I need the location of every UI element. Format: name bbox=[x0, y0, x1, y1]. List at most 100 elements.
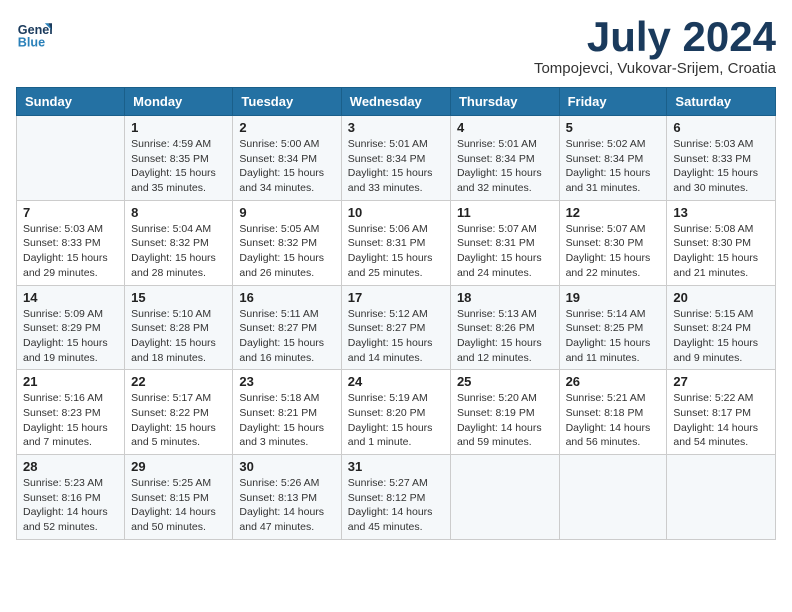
day-info: Sunrise: 5:06 AM Sunset: 8:31 PM Dayligh… bbox=[348, 222, 444, 281]
calendar-cell: 25 Sunrise: 5:20 AM Sunset: 8:19 PM Dayli… bbox=[450, 370, 559, 455]
calendar-cell: 30Sunrise: 5:26 AM Sunset: 8:13 PM Dayli… bbox=[233, 455, 341, 540]
day-number: 25 bbox=[457, 374, 553, 389]
calendar-cell bbox=[17, 116, 125, 201]
day-info: Sunrise: 5:15 AM Sunset: 8:24 PM Dayligh… bbox=[673, 307, 769, 366]
day-number: 24 bbox=[348, 374, 444, 389]
day-info: Sunrise: 5:05 AM Sunset: 8:32 PM Dayligh… bbox=[239, 222, 334, 281]
calendar-cell: 10 Sunrise: 5:06 AM Sunset: 8:31 PM Dayli… bbox=[341, 200, 450, 285]
weekday-header: Wednesday bbox=[341, 88, 450, 116]
calendar-cell bbox=[667, 455, 776, 540]
day-number: 11 bbox=[457, 205, 553, 220]
day-number: 15 bbox=[131, 290, 226, 305]
day-number: 31 bbox=[348, 459, 444, 474]
day-info: Sunrise: 5:12 AM Sunset: 8:27 PM Dayligh… bbox=[348, 307, 444, 366]
calendar-week-row: 28 Sunrise: 5:23 AM Sunset: 8:16 PM Dayli… bbox=[17, 455, 776, 540]
weekday-header: Tuesday bbox=[233, 88, 341, 116]
month-title: July 2024 bbox=[534, 16, 776, 58]
day-number: 29 bbox=[131, 459, 226, 474]
day-number: 22 bbox=[131, 374, 226, 389]
calendar-cell: 29Sunrise: 5:25 AM Sunset: 8:15 PM Dayli… bbox=[125, 455, 233, 540]
day-number: 2 bbox=[239, 120, 334, 135]
calendar-cell: 22 Sunrise: 5:17 AM Sunset: 8:22 PM Dayli… bbox=[125, 370, 233, 455]
calendar-cell: 2 Sunrise: 5:00 AM Sunset: 8:34 PM Daylig… bbox=[233, 116, 341, 201]
calendar-week-row: 7 Sunrise: 5:03 AM Sunset: 8:33 PM Daylig… bbox=[17, 200, 776, 285]
day-info: Sunrise: 5:20 AM Sunset: 8:19 PM Dayligh… bbox=[457, 391, 553, 450]
calendar-cell: 12 Sunrise: 5:07 AM Sunset: 8:30 PM Dayli… bbox=[559, 200, 667, 285]
calendar-cell: 13 Sunrise: 5:08 AM Sunset: 8:30 PM Dayli… bbox=[667, 200, 776, 285]
day-info: Sunrise: 5:02 AM Sunset: 8:34 PM Dayligh… bbox=[566, 137, 661, 196]
day-number: 8 bbox=[131, 205, 226, 220]
day-info: Sunrise: 4:59 AM Sunset: 8:35 PM Dayligh… bbox=[131, 137, 226, 196]
day-number: 23 bbox=[239, 374, 334, 389]
day-info: Sunrise: 5:22 AM Sunset: 8:17 PM Dayligh… bbox=[673, 391, 769, 450]
day-number: 30 bbox=[239, 459, 334, 474]
calendar-cell: 17 Sunrise: 5:12 AM Sunset: 8:27 PM Dayli… bbox=[341, 285, 450, 370]
calendar-cell bbox=[559, 455, 667, 540]
calendar-cell: 28 Sunrise: 5:23 AM Sunset: 8:16 PM Dayli… bbox=[17, 455, 125, 540]
day-number: 19 bbox=[566, 290, 661, 305]
calendar-cell: 3 Sunrise: 5:01 AM Sunset: 8:34 PM Daylig… bbox=[341, 116, 450, 201]
location: Tompojevci, Vukovar-Srijem, Croatia bbox=[534, 60, 776, 77]
weekday-header: Saturday bbox=[667, 88, 776, 116]
day-info: Sunrise: 5:01 AM Sunset: 8:34 PM Dayligh… bbox=[457, 137, 553, 196]
day-number: 9 bbox=[239, 205, 334, 220]
calendar-cell bbox=[450, 455, 559, 540]
calendar-cell: 16 Sunrise: 5:11 AM Sunset: 8:27 PM Dayli… bbox=[233, 285, 341, 370]
day-number: 13 bbox=[673, 205, 769, 220]
day-number: 27 bbox=[673, 374, 769, 389]
day-info: Sunrise: 5:17 AM Sunset: 8:22 PM Dayligh… bbox=[131, 391, 226, 450]
day-number: 26 bbox=[566, 374, 661, 389]
day-info: Sunrise: 5:07 AM Sunset: 8:30 PM Dayligh… bbox=[566, 222, 661, 281]
calendar-cell: 4Sunrise: 5:01 AM Sunset: 8:34 PM Daylig… bbox=[450, 116, 559, 201]
day-number: 21 bbox=[23, 374, 118, 389]
calendar-cell: 31Sunrise: 5:27 AM Sunset: 8:12 PM Dayli… bbox=[341, 455, 450, 540]
day-number: 12 bbox=[566, 205, 661, 220]
calendar-cell: 9 Sunrise: 5:05 AM Sunset: 8:32 PM Daylig… bbox=[233, 200, 341, 285]
calendar-cell: 27 Sunrise: 5:22 AM Sunset: 8:17 PM Dayli… bbox=[667, 370, 776, 455]
day-number: 3 bbox=[348, 120, 444, 135]
day-number: 1 bbox=[131, 120, 226, 135]
day-info: Sunrise: 5:19 AM Sunset: 8:20 PM Dayligh… bbox=[348, 391, 444, 450]
weekday-header: Monday bbox=[125, 88, 233, 116]
day-info: Sunrise: 5:03 AM Sunset: 8:33 PM Dayligh… bbox=[23, 222, 118, 281]
day-number: 6 bbox=[673, 120, 769, 135]
calendar-cell: 14 Sunrise: 5:09 AM Sunset: 8:29 PM Dayli… bbox=[17, 285, 125, 370]
day-number: 20 bbox=[673, 290, 769, 305]
calendar-cell: 23 Sunrise: 5:18 AM Sunset: 8:21 PM Dayli… bbox=[233, 370, 341, 455]
calendar-cell: 18 Sunrise: 5:13 AM Sunset: 8:26 PM Dayli… bbox=[450, 285, 559, 370]
calendar-cell: 21Sunrise: 5:16 AM Sunset: 8:23 PM Dayli… bbox=[17, 370, 125, 455]
day-number: 17 bbox=[348, 290, 444, 305]
calendar-cell: 15 Sunrise: 5:10 AM Sunset: 8:28 PM Dayli… bbox=[125, 285, 233, 370]
day-info: Sunrise: 5:08 AM Sunset: 8:30 PM Dayligh… bbox=[673, 222, 769, 281]
calendar-cell: 5Sunrise: 5:02 AM Sunset: 8:34 PM Daylig… bbox=[559, 116, 667, 201]
calendar-cell: 19 Sunrise: 5:14 AM Sunset: 8:25 PM Dayli… bbox=[559, 285, 667, 370]
day-info: Sunrise: 5:10 AM Sunset: 8:28 PM Dayligh… bbox=[131, 307, 226, 366]
weekday-header: Sunday bbox=[17, 88, 125, 116]
weekday-header-row: SundayMondayTuesdayWednesdayThursdayFrid… bbox=[17, 88, 776, 116]
day-number: 7 bbox=[23, 205, 118, 220]
day-number: 28 bbox=[23, 459, 118, 474]
day-info: Sunrise: 5:13 AM Sunset: 8:26 PM Dayligh… bbox=[457, 307, 553, 366]
day-info: Sunrise: 5:21 AM Sunset: 8:18 PM Dayligh… bbox=[566, 391, 661, 450]
day-number: 16 bbox=[239, 290, 334, 305]
day-info: Sunrise: 5:01 AM Sunset: 8:34 PM Dayligh… bbox=[348, 137, 444, 196]
day-info: Sunrise: 5:18 AM Sunset: 8:21 PM Dayligh… bbox=[239, 391, 334, 450]
day-info: Sunrise: 5:14 AM Sunset: 8:25 PM Dayligh… bbox=[566, 307, 661, 366]
calendar-week-row: 14 Sunrise: 5:09 AM Sunset: 8:29 PM Dayli… bbox=[17, 285, 776, 370]
title-block: July 2024 Tompojevci, Vukovar-Srijem, Cr… bbox=[534, 16, 776, 77]
day-number: 14 bbox=[23, 290, 118, 305]
day-info: Sunrise: 5:23 AM Sunset: 8:16 PM Dayligh… bbox=[23, 476, 118, 535]
day-info: Sunrise: 5:09 AM Sunset: 8:29 PM Dayligh… bbox=[23, 307, 118, 366]
calendar-cell: 6Sunrise: 5:03 AM Sunset: 8:33 PM Daylig… bbox=[667, 116, 776, 201]
day-number: 10 bbox=[348, 205, 444, 220]
calendar-cell: 1 Sunrise: 4:59 AM Sunset: 8:35 PM Daylig… bbox=[125, 116, 233, 201]
calendar-table: SundayMondayTuesdayWednesdayThursdayFrid… bbox=[16, 87, 776, 540]
day-info: Sunrise: 5:04 AM Sunset: 8:32 PM Dayligh… bbox=[131, 222, 226, 281]
day-info: Sunrise: 5:00 AM Sunset: 8:34 PM Dayligh… bbox=[239, 137, 334, 196]
day-info: Sunrise: 5:11 AM Sunset: 8:27 PM Dayligh… bbox=[239, 307, 334, 366]
calendar-cell: 11Sunrise: 5:07 AM Sunset: 8:31 PM Dayli… bbox=[450, 200, 559, 285]
calendar-week-row: 21Sunrise: 5:16 AM Sunset: 8:23 PM Dayli… bbox=[17, 370, 776, 455]
calendar-cell: 7 Sunrise: 5:03 AM Sunset: 8:33 PM Daylig… bbox=[17, 200, 125, 285]
day-number: 18 bbox=[457, 290, 553, 305]
logo-icon: General Blue bbox=[16, 16, 52, 52]
